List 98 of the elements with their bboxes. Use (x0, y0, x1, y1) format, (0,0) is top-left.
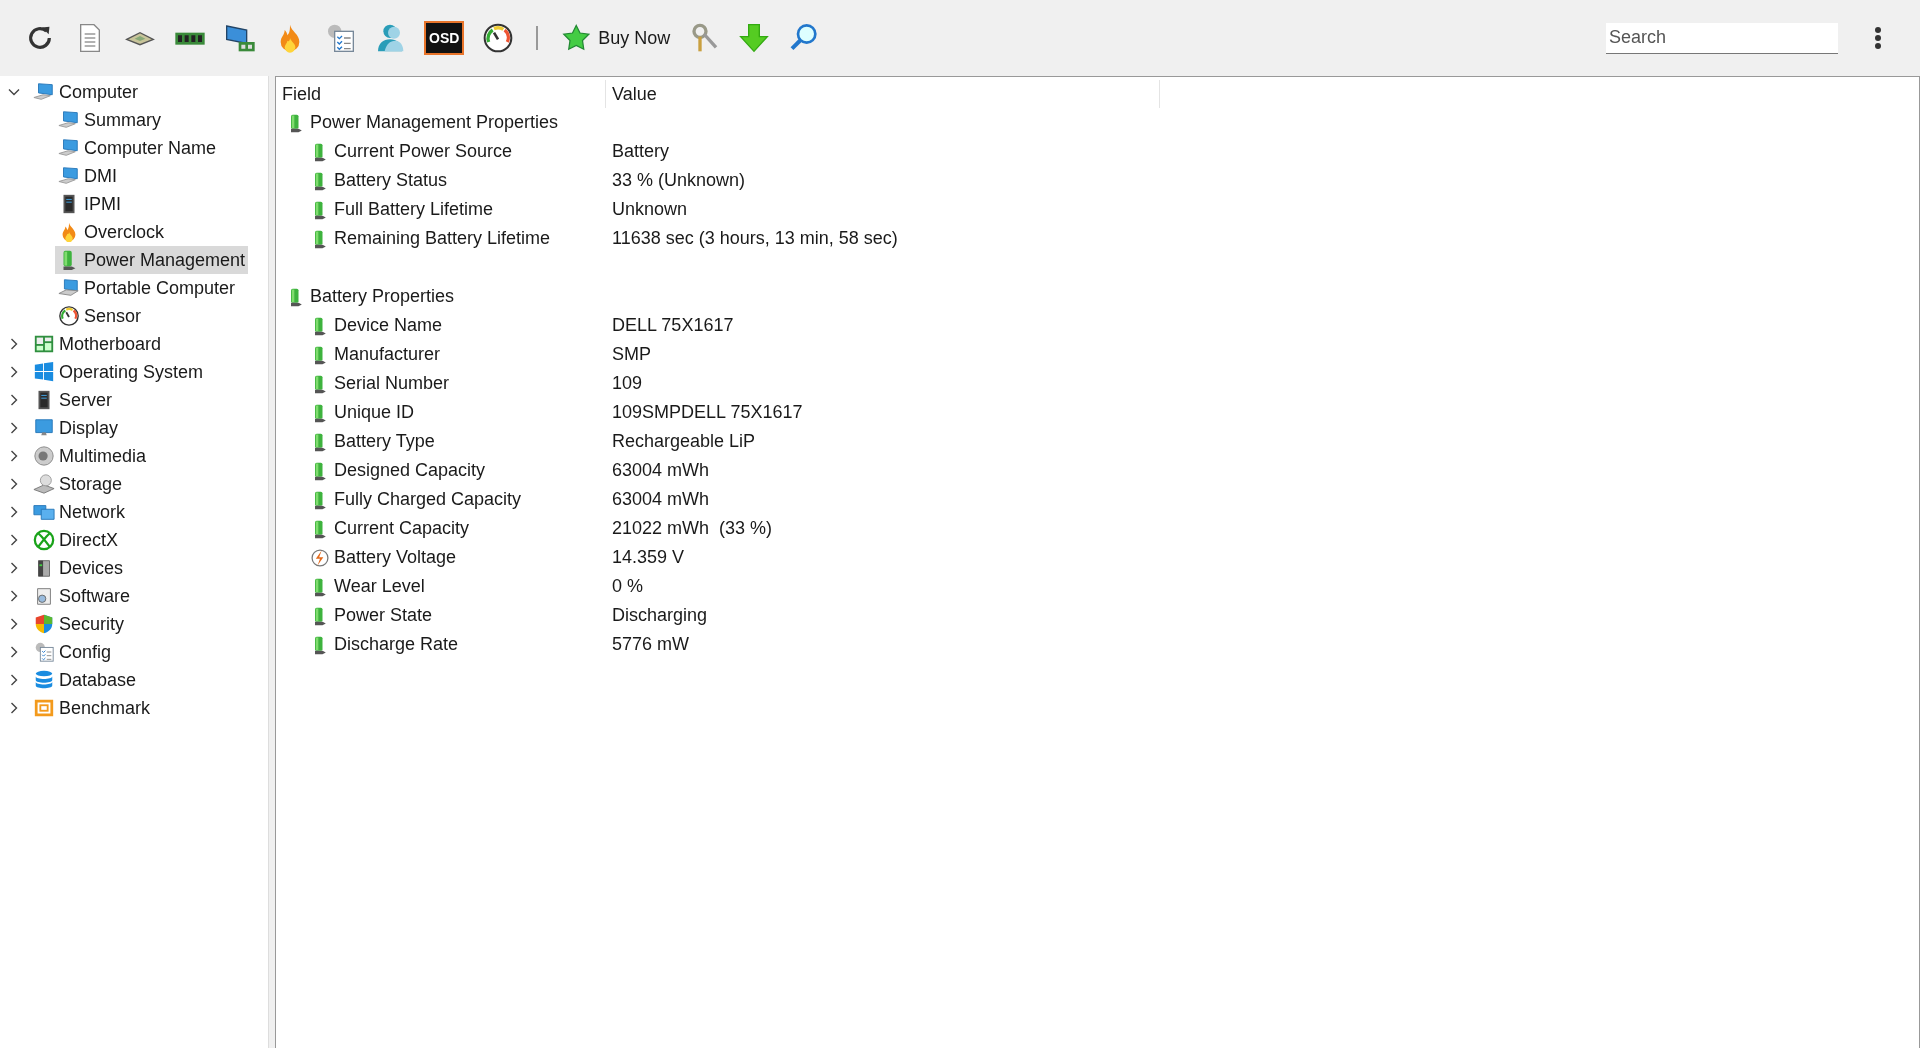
value-text: DELL 75X1617 (612, 315, 734, 336)
expander-icon[interactable] (8, 450, 20, 462)
tree-item[interactable]: DirectX (30, 526, 121, 554)
expander-icon[interactable] (8, 86, 20, 98)
osd-button[interactable]: OSD (424, 21, 465, 55)
checklist-icon (33, 641, 55, 663)
value-text: 63004 mWh (612, 460, 710, 481)
buy-now-button[interactable]: Buy Now (554, 19, 677, 57)
monitor-icon (33, 81, 55, 103)
expander-icon[interactable] (8, 674, 20, 686)
value-text: 14.359 V (612, 547, 685, 568)
value-text: 21022 mWh (33 %) (612, 518, 773, 539)
speaker-icon (33, 445, 55, 467)
shield-icon (33, 613, 55, 635)
expander-icon[interactable] (8, 534, 20, 546)
section-title: Power Management Properties (310, 112, 559, 133)
tree-item[interactable]: Power Management (55, 246, 249, 274)
monitor-icon (58, 137, 80, 159)
field-label: Device Name (334, 315, 443, 336)
expander-icon[interactable] (8, 506, 20, 518)
value-text: Unknown (612, 199, 688, 220)
field-label: Wear Level (334, 576, 425, 597)
monitor-icon (58, 165, 80, 187)
down-arrow-icon (738, 22, 771, 54)
tree-item[interactable]: Server (30, 386, 115, 414)
tree-item[interactable]: Overclock (55, 218, 167, 246)
expander-icon[interactable] (8, 478, 20, 490)
gauge-icon (58, 305, 80, 327)
circuit-board-icon (33, 333, 55, 355)
tree-item[interactable]: Network (30, 498, 128, 526)
tree-item[interactable]: Config (30, 638, 115, 666)
tree-item[interactable]: Security (30, 610, 128, 638)
value-text: SMP (612, 344, 651, 365)
tree-item[interactable]: Computer Name (55, 134, 220, 162)
tree-item[interactable]: IPMI (55, 190, 124, 218)
field-label: Remaining Battery Lifetime (334, 228, 551, 249)
column-header[interactable]: Value (606, 80, 1160, 108)
expander-icon[interactable] (8, 338, 20, 350)
laptop-icon (58, 277, 80, 299)
search-field[interactable]: Search (1606, 22, 1838, 54)
gauge-icon (482, 22, 515, 54)
tree-item[interactable]: Sensor (55, 302, 145, 330)
tree-item[interactable]: Software (30, 582, 134, 610)
more-options-icon[interactable] (1874, 26, 1882, 50)
value-text: 63004 mWh (612, 489, 710, 510)
tree-item[interactable]: DMI (55, 162, 120, 190)
x-circle-icon (33, 529, 55, 551)
expander-icon[interactable] (8, 562, 20, 574)
expander-icon[interactable] (8, 702, 20, 714)
field-label: Manufacturer (334, 344, 441, 365)
value-text: 5776 mW (612, 634, 690, 655)
tree-item[interactable]: Summary (55, 106, 164, 134)
field-label: Power State (334, 605, 433, 626)
tree-item[interactable]: Operating System (30, 358, 207, 386)
field-label: Unique ID (334, 402, 415, 423)
value-text: Battery (612, 141, 670, 162)
tree-item[interactable]: Display (30, 414, 122, 442)
expander-icon[interactable] (8, 366, 20, 378)
field-label: Battery Voltage (334, 547, 457, 568)
tree-item[interactable]: Multimedia (30, 442, 150, 470)
tree-item[interactable]: Benchmark (30, 694, 154, 722)
database-icon (33, 669, 55, 691)
tree-item[interactable]: Motherboard (30, 330, 165, 358)
monitor-icon (58, 109, 80, 131)
tree-item[interactable]: Storage (30, 470, 126, 498)
field-label: Serial Number (334, 373, 450, 394)
lightning-icon (310, 547, 330, 568)
field-label: Battery Type (334, 431, 435, 452)
value-text: 109 (612, 373, 643, 394)
value-text: 33 % (Unknown) (612, 170, 746, 191)
field-label: Discharge Rate (334, 634, 459, 655)
value-text: Rechargeable LiP (612, 431, 756, 452)
field-label: Current Capacity (334, 518, 470, 539)
windows-icon (33, 361, 55, 383)
value-text: 109SMPDELL 75X1617 (612, 402, 803, 423)
disk-drive-icon (33, 473, 55, 495)
expander-icon[interactable] (8, 422, 20, 434)
value-text: 11638 sec (3 hours, 13 min, 58 sec) (612, 228, 898, 249)
monitor-card-icon (224, 22, 256, 54)
expander-icon[interactable] (8, 646, 20, 658)
value-text: Discharging (612, 605, 708, 626)
tree-item[interactable]: Portable Computer (55, 274, 239, 302)
field-label: Fully Charged Capacity (334, 489, 522, 510)
column-header[interactable]: Field (276, 80, 606, 108)
expander-icon[interactable] (8, 394, 20, 406)
tree-item[interactable]: Devices (30, 554, 127, 582)
star-icon (560, 23, 591, 53)
benchmark-icon (33, 697, 55, 719)
tree-item[interactable]: Database (30, 666, 140, 694)
field-label: Current Power Source (334, 141, 513, 162)
tree-item[interactable]: Computer (30, 78, 142, 106)
field-label: Designed Capacity (334, 460, 486, 481)
field-label: Battery Status (334, 170, 448, 191)
field-label: Full Battery Lifetime (334, 199, 494, 220)
expander-icon[interactable] (8, 618, 20, 630)
expander-icon[interactable] (8, 590, 20, 602)
value-text: 0 % (612, 576, 644, 597)
section-title: Battery Properties (310, 286, 455, 307)
